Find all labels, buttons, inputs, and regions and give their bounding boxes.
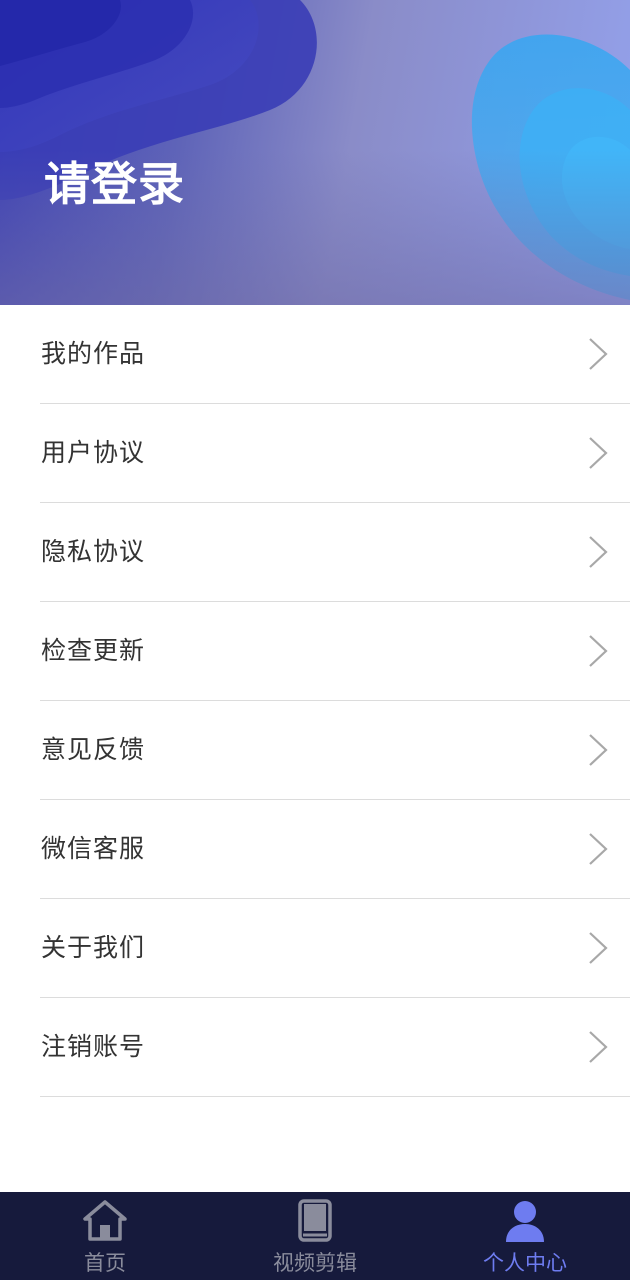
bottom-tab-bar: 首页 视频剪辑 个人中心 bbox=[0, 1192, 630, 1280]
menu-item-label: 用户协议 bbox=[41, 438, 146, 467]
settings-menu: 我的作品 用户协议 隐私协议 检查更新 意见反馈 微信客服 关于我们 注销账号 bbox=[0, 305, 630, 1097]
chevron-right-icon bbox=[589, 833, 608, 865]
login-prompt[interactable]: 请登录 bbox=[44, 152, 185, 216]
tab-home[interactable]: 首页 bbox=[0, 1192, 210, 1280]
profile-header: 请登录 bbox=[0, 0, 630, 305]
tab-label: 个人中心 bbox=[483, 1251, 567, 1275]
menu-item-label: 关于我们 bbox=[41, 933, 146, 962]
chevron-right-icon bbox=[589, 635, 608, 667]
menu-item-label: 注销账号 bbox=[41, 1032, 146, 1061]
menu-item-wechat-support[interactable]: 微信客服 bbox=[40, 800, 630, 899]
chevron-right-icon bbox=[589, 437, 608, 469]
menu-item-check-update[interactable]: 检查更新 bbox=[40, 602, 630, 701]
menu-item-label: 微信客服 bbox=[41, 834, 146, 863]
tab-profile[interactable]: 个人中心 bbox=[420, 1192, 630, 1280]
menu-item-delete-account[interactable]: 注销账号 bbox=[40, 998, 630, 1097]
menu-item-label: 意见反馈 bbox=[41, 735, 146, 764]
chevron-right-icon bbox=[589, 734, 608, 766]
menu-item-label: 隐私协议 bbox=[41, 537, 146, 566]
user-icon bbox=[506, 1201, 544, 1242]
chevron-right-icon bbox=[589, 338, 608, 370]
menu-item-about-us[interactable]: 关于我们 bbox=[40, 899, 630, 998]
menu-item-user-agreement[interactable]: 用户协议 bbox=[40, 404, 630, 503]
menu-item-label: 我的作品 bbox=[41, 339, 146, 368]
chevron-right-icon bbox=[589, 1031, 608, 1063]
menu-item-my-works[interactable]: 我的作品 bbox=[40, 305, 630, 404]
home-icon bbox=[83, 1200, 127, 1241]
menu-item-privacy-policy[interactable]: 隐私协议 bbox=[40, 503, 630, 602]
chevron-right-icon bbox=[589, 932, 608, 964]
menu-item-feedback[interactable]: 意见反馈 bbox=[40, 701, 630, 800]
tab-label: 首页 bbox=[84, 1251, 126, 1275]
chevron-right-icon bbox=[589, 536, 608, 568]
tab-video-edit[interactable]: 视频剪辑 bbox=[210, 1192, 420, 1280]
menu-item-label: 检查更新 bbox=[41, 636, 146, 665]
tab-label: 视频剪辑 bbox=[273, 1251, 357, 1275]
profile-page: 请登录 我的作品 用户协议 隐私协议 检查更新 意见反馈 微信客服 关于我们 注… bbox=[0, 0, 630, 1280]
book-icon bbox=[298, 1199, 332, 1242]
